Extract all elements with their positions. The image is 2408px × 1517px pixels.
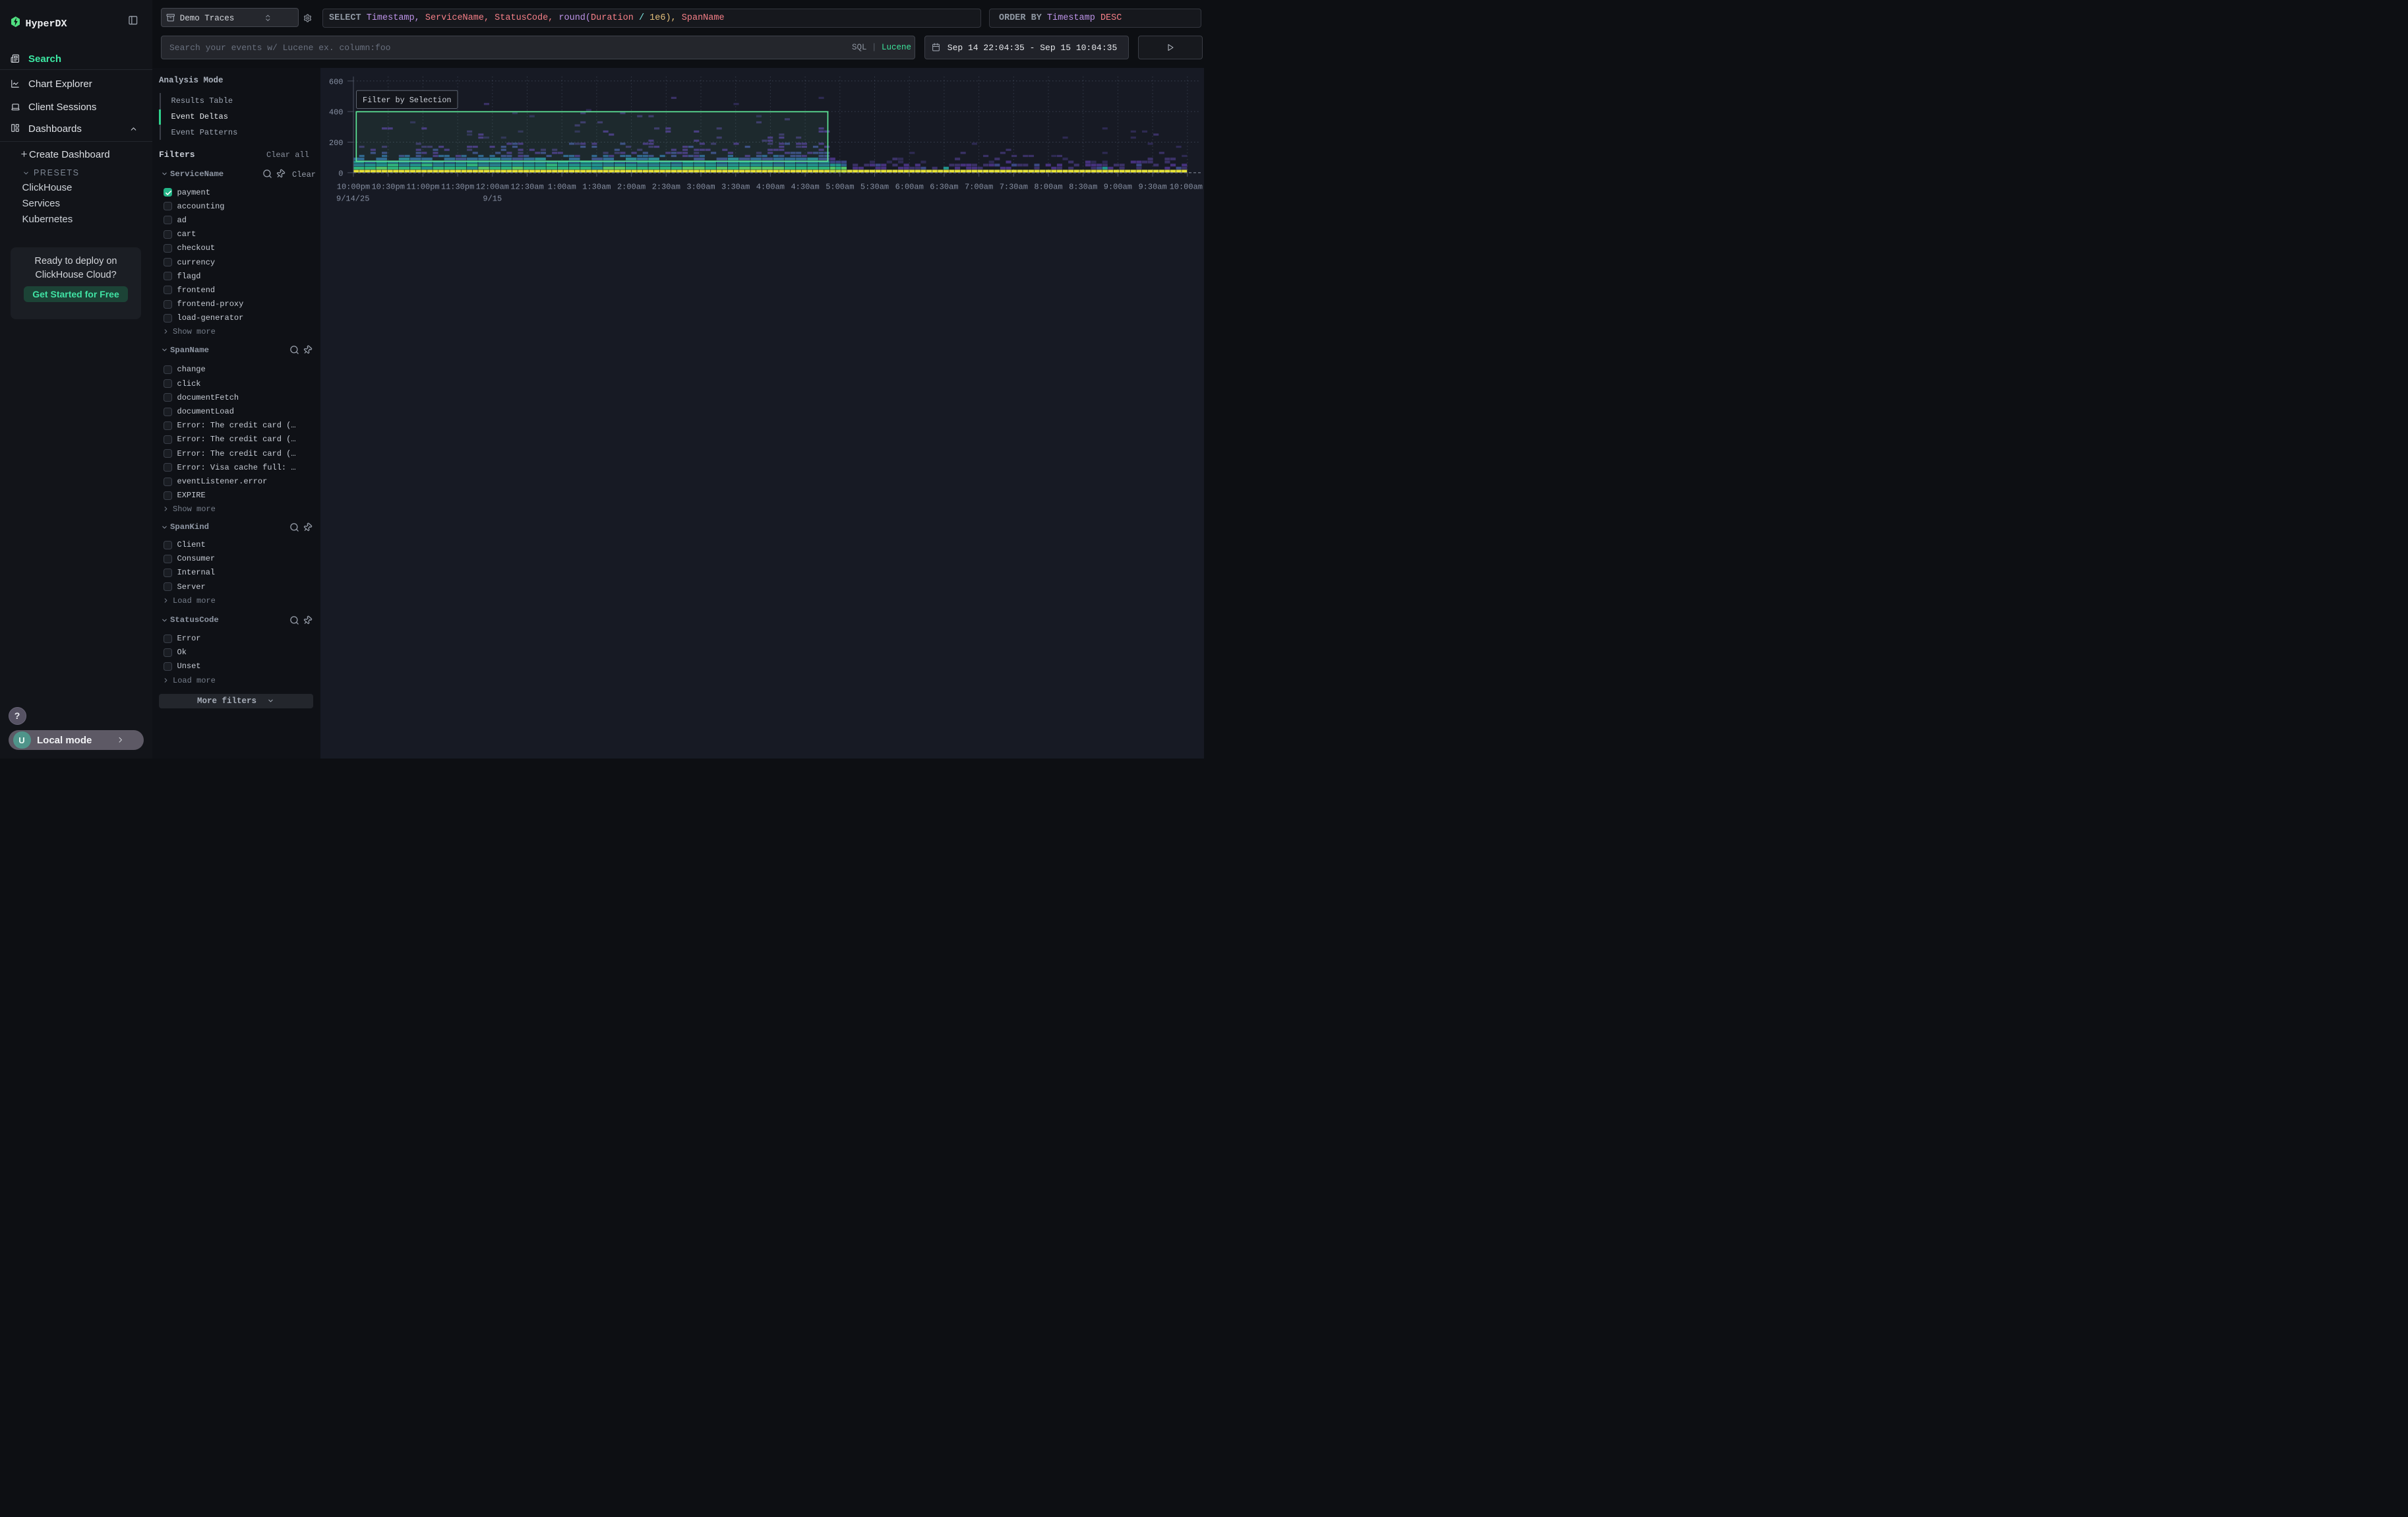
svg-text:2:30am: 2:30am <box>652 183 680 192</box>
svg-text:Filter by Selection: Filter by Selection <box>363 96 452 105</box>
svg-text:9/15: 9/15 <box>483 195 502 204</box>
svg-text:3:00am: 3:00am <box>686 183 715 192</box>
svg-text:400: 400 <box>329 108 344 117</box>
svg-text:10:00pm: 10:00pm <box>337 183 370 192</box>
svg-text:5:30am: 5:30am <box>860 183 889 192</box>
svg-text:6:00am: 6:00am <box>895 183 924 192</box>
svg-text:6:30am: 6:30am <box>930 183 958 192</box>
svg-text:2:00am: 2:00am <box>617 183 646 192</box>
svg-text:9:00am: 9:00am <box>1104 183 1132 192</box>
svg-text:9/14/25: 9/14/25 <box>336 195 369 204</box>
svg-text:0: 0 <box>338 169 343 178</box>
svg-text:10:00am: 10:00am <box>1170 183 1203 192</box>
svg-text:3:30am: 3:30am <box>721 183 750 192</box>
svg-text:10:30pm: 10:30pm <box>371 183 404 192</box>
svg-text:8:00am: 8:00am <box>1034 183 1062 192</box>
svg-text:5:00am: 5:00am <box>826 183 854 192</box>
svg-text:200: 200 <box>329 139 344 148</box>
svg-text:12:30am: 12:30am <box>510 183 543 192</box>
svg-text:7:30am: 7:30am <box>1000 183 1028 192</box>
svg-text:1:00am: 1:00am <box>548 183 576 192</box>
svg-text:8:30am: 8:30am <box>1069 183 1097 192</box>
svg-text:7:00am: 7:00am <box>965 183 993 192</box>
svg-text:1:30am: 1:30am <box>582 183 611 192</box>
svg-text:4:00am: 4:00am <box>756 183 785 192</box>
svg-text:12:00am: 12:00am <box>476 183 509 192</box>
svg-text:11:30pm: 11:30pm <box>441 183 474 192</box>
svg-text:600: 600 <box>329 77 344 86</box>
svg-text:11:00pm: 11:00pm <box>406 183 439 192</box>
svg-text:4:30am: 4:30am <box>791 183 819 192</box>
svg-text:9:30am: 9:30am <box>1138 183 1166 192</box>
